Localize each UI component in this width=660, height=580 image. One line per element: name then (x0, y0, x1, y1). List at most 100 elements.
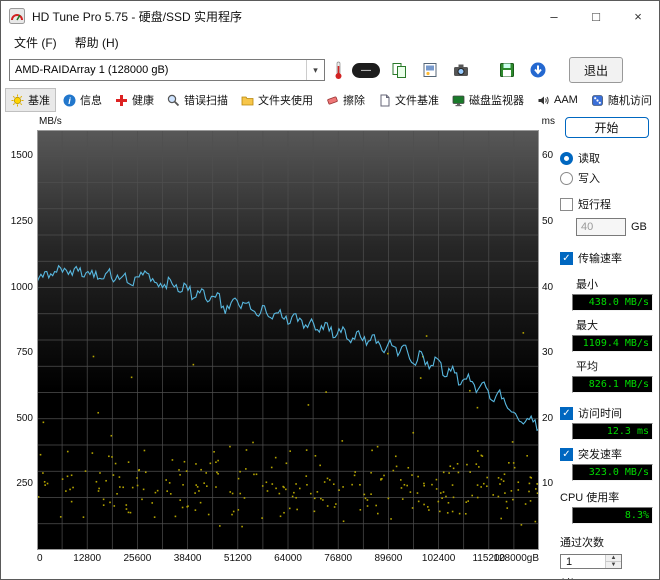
short-stroke-label: 短行程 (578, 199, 611, 211)
tab-folder-usage[interactable]: 文件夹使用 (235, 88, 319, 112)
export-button[interactable] (526, 58, 550, 82)
drive-selector[interactable]: AMD-RAIDArray 1 (128000 gB) ▾ (9, 59, 325, 81)
app-icon (9, 8, 25, 24)
burst-rate-row[interactable]: ✓ 突发速率 (560, 446, 653, 462)
left-axis-ticks: 1500 1250 1000 750 500 250 (1, 130, 37, 550)
minimize-button[interactable]: – (533, 1, 575, 31)
read-radio[interactable] (560, 151, 573, 165)
axis-tick: 51200 (223, 553, 252, 564)
read-radio-row[interactable]: 读取 (560, 150, 653, 166)
tab-info[interactable]: i 信息 (57, 88, 108, 112)
stepper-down-icon[interactable]: ▼ (606, 562, 621, 568)
axis-tick: 50 (542, 215, 554, 227)
axis-tick: 250 (16, 478, 33, 490)
write-radio[interactable] (560, 171, 573, 185)
min-label: 最小 (576, 279, 598, 291)
file-icon (380, 94, 390, 106)
tab-health[interactable]: 健康 (109, 88, 160, 112)
access-time-label: 访问时间 (578, 408, 622, 420)
tab-label: 健康 (132, 95, 154, 107)
axis-tick: 25600 (123, 553, 152, 564)
transfer-rate-label: 传输速率 (578, 253, 622, 265)
access-time-value: 12.3 ms (572, 423, 653, 440)
axis-tick: 0 (37, 553, 43, 564)
chart-plot-area (37, 130, 539, 550)
write-radio-label: 写入 (578, 173, 600, 185)
axis-tick: 1000 (10, 281, 33, 293)
write-radio-row[interactable]: 写入 (560, 170, 653, 186)
axis-tick: 60 (542, 150, 554, 162)
magnifier-icon (167, 94, 180, 106)
progress-text: 1/1 (560, 577, 653, 579)
tab-bar: 基准 i 信息 健康 错误扫描 文件夹使用 擦除 文件基准 磁盘监视器 AAM … (1, 87, 659, 113)
copy-text-button[interactable] (387, 58, 411, 82)
axis-tick: 89600 (374, 553, 403, 564)
access-time-checkbox[interactable]: ✓ (560, 406, 573, 420)
axis-tick: 10 (542, 478, 554, 490)
start-button[interactable]: 开始 (564, 117, 649, 138)
menu-help[interactable]: 帮助 (H) (66, 32, 128, 53)
axis-tick: 128000gB (493, 553, 539, 564)
app-window: HD Tune Pro 5.75 - 硬盘/SSD 实用程序 – □ × 文件 … (0, 0, 660, 580)
chevron-down-icon: ▾ (306, 60, 324, 80)
screenshot-button[interactable] (449, 58, 473, 82)
tab-benchmark[interactable]: 基准 (5, 88, 56, 112)
tab-label: 擦除 (343, 95, 365, 107)
exit-button[interactable]: 退出 (569, 57, 624, 83)
axis-tick: 500 (16, 412, 33, 424)
tab-label: AAM (554, 94, 578, 106)
short-stroke-size-input[interactable]: 40 (576, 218, 626, 236)
cpu-usage-value: 8.3% (572, 507, 653, 524)
health-cross-icon (116, 94, 127, 106)
right-axis-ticks: 60 50 40 30 20 10 (539, 130, 557, 550)
pass-count-label: 通过次数 (560, 537, 604, 549)
tab-erase[interactable]: 擦除 (320, 88, 371, 112)
tab-label: 信息 (80, 95, 102, 107)
transfer-rate-row[interactable]: ✓ 传输速率 (560, 250, 653, 266)
x-axis-ticks: 0 12800 25600 38400 51200 64000 76800 89600 1024… (37, 550, 539, 568)
pass-count-stepper[interactable]: 1 ▲ ▼ (560, 554, 622, 569)
drive-selector-value: AMD-RAIDArray 1 (128000 gB) (15, 64, 169, 76)
axis-tick: 30 (542, 347, 554, 359)
monitor-icon (452, 95, 465, 106)
axis-tick: 1500 (10, 150, 33, 162)
axis-tick: 12800 (73, 553, 102, 564)
tab-error-scan[interactable]: 错误扫描 (161, 88, 234, 112)
axis-tick: 64000 (274, 553, 302, 564)
download-icon (530, 62, 546, 78)
tab-label: 磁盘监视器 (469, 95, 524, 107)
min-value: 438.0 MB/s (572, 294, 653, 311)
avg-label: 平均 (576, 361, 598, 373)
tab-disk-monitor[interactable]: 磁盘监视器 (446, 88, 530, 112)
chart-canvas (37, 130, 539, 550)
short-stroke-row[interactable]: 短行程 (560, 196, 653, 212)
speaker-icon (538, 96, 549, 104)
stepper-up-icon[interactable]: ▲ (606, 555, 621, 562)
cpu-usage-label: CPU 使用率 (560, 492, 620, 504)
menu-bar: 文件 (F) 帮助 (H) (1, 31, 659, 53)
menu-file[interactable]: 文件 (F) (5, 32, 66, 53)
tab-label: 错误扫描 (184, 95, 228, 107)
short-stroke-checkbox[interactable] (560, 197, 573, 211)
copy-image-icon (423, 63, 437, 77)
tab-aam[interactable]: AAM (531, 90, 584, 111)
tab-file-benchmark[interactable]: 文件基准 (372, 88, 445, 112)
access-time-row[interactable]: ✓ 访问时间 (560, 405, 653, 421)
maximize-button[interactable]: □ (575, 1, 617, 31)
axis-tick: 40 (542, 281, 554, 293)
tab-label: 随机访问 (607, 95, 652, 107)
copy-image-button[interactable] (418, 58, 442, 82)
copy-icon (392, 62, 406, 78)
axis-tick: 1250 (10, 215, 33, 227)
axis-tick: 38400 (173, 553, 202, 564)
avg-value: 826.1 MB/s (572, 376, 653, 393)
title-bar: HD Tune Pro 5.75 - 硬盘/SSD 实用程序 – □ × (1, 1, 659, 31)
save-button[interactable] (495, 58, 519, 82)
tab-random-access[interactable]: 随机访问 (585, 88, 658, 112)
burst-rate-label: 突发速率 (578, 449, 622, 461)
pass-count-value: 1 (566, 555, 573, 568)
burst-rate-checkbox[interactable]: ✓ (560, 447, 573, 461)
close-button[interactable]: × (617, 1, 659, 31)
main-content: MB/s ms 1500 1250 1000 750 500 250 60 50 40 30 20… (1, 113, 659, 579)
transfer-rate-checkbox[interactable]: ✓ (560, 251, 573, 265)
